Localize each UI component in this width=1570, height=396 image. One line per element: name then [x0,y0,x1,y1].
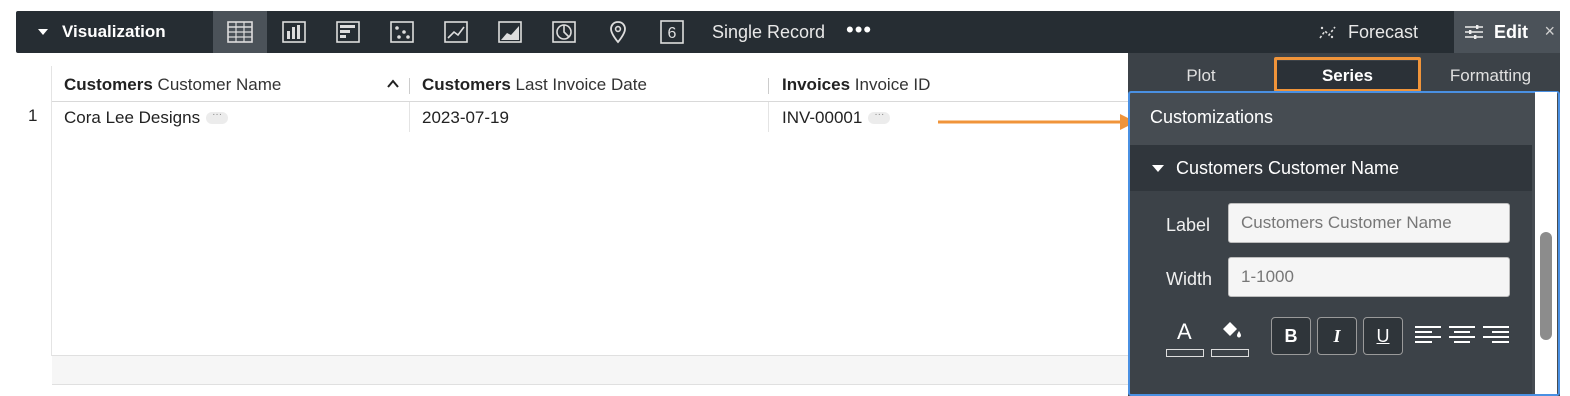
viz-type-table[interactable] [213,11,267,53]
pie-chart-icon [552,21,576,43]
forecast-icon [1319,26,1336,39]
tab-series[interactable]: Series [1274,61,1421,91]
annotation-arrow-icon [938,114,1136,130]
series-name: Customers Customer Name [1176,157,1400,178]
column-header-field: Last Invoice Date [515,75,647,94]
viz-type-single-value[interactable]: 6 [645,11,699,53]
panel-scrollbar[interactable] [1535,92,1557,394]
sort-ascending-icon[interactable] [386,77,400,91]
column-header-field: Customer Name [157,75,282,94]
text-color-button[interactable]: A [1166,315,1204,361]
settings-sliders-icon [1465,25,1483,39]
tab-formatting[interactable]: Formatting [1421,61,1560,91]
column-divider[interactable] [409,78,410,94]
width-field-label: Width [1166,269,1213,289]
row-number-divider [51,66,52,356]
text-format-toolbar: A B I U [1166,315,1526,365]
text-color-swatch [1166,349,1204,357]
panel-tabs: Plot Series Formatting [1128,53,1560,92]
column-header-customer-name[interactable]: Customers Customer Name [64,68,281,102]
table-header: Customers Customer Name Customers Last I… [52,68,1128,102]
table-cell-invoice-id[interactable]: INV-00001 ··· [782,102,891,134]
caret-down-icon [1152,164,1164,172]
align-center-icon[interactable] [1448,321,1476,349]
table-icon [227,21,253,43]
column-chart-icon [282,21,306,43]
single-value-icon: 6 [660,20,684,44]
cell-actions-icon[interactable]: ··· [868,110,891,124]
column-header-last-invoice-date[interactable]: Customers Last Invoice Date [422,68,647,102]
series-settings: Label Width A B I U [1130,191,1532,394]
align-left-icon[interactable] [1414,321,1442,349]
edit-panel: Plot Series Formatting Customizations Cu… [1128,53,1560,396]
table-footer [52,355,1128,385]
underline-button[interactable]: U [1363,317,1403,355]
viz-type-bar[interactable] [321,11,375,53]
fill-color-swatch [1211,349,1249,357]
cell-divider [409,102,410,132]
series-panel: Customizations Customers Customer Name L… [1128,91,1560,396]
viz-type-column[interactable] [267,11,321,53]
fill-color-button[interactable] [1211,315,1249,361]
column-header-invoice-id[interactable]: Invoices Invoice ID [782,68,930,102]
tab-plot[interactable]: Plot [1128,61,1274,91]
cell-divider [768,102,769,132]
column-header-view: Customers [422,75,511,94]
row-number: 1 [28,106,38,125]
viz-type-line[interactable] [429,11,483,53]
column-divider[interactable] [768,78,769,94]
more-viz-button[interactable]: ••• [846,11,872,53]
align-right-icon[interactable] [1482,321,1510,349]
scrollbar-thumb[interactable] [1540,232,1552,340]
forecast-button[interactable]: Forecast [1318,11,1418,53]
series-accordion-header[interactable]: Customers Customer Name [1130,145,1532,191]
cell-value: INV-00001 [782,108,863,127]
single-record-option[interactable]: Single Record [712,11,825,53]
map-pin-icon [610,21,626,44]
visualization-toggle[interactable]: Visualization [38,11,166,53]
table-cell-last-invoice-date[interactable]: 2023-07-19 [422,102,509,134]
viz-type-picker: 6 [213,11,699,53]
scatter-icon [390,21,414,43]
line-chart-icon [444,21,468,43]
table-cell-customer-name[interactable]: Cora Lee Designs ··· [64,102,229,134]
text-color-icon: A [1177,319,1192,344]
viz-type-map[interactable] [591,11,645,53]
paint-bucket-icon [1223,322,1241,338]
cell-actions-icon[interactable]: ··· [206,110,229,124]
cell-value: Cora Lee Designs [64,108,201,127]
caret-down-icon [38,29,48,35]
bar-chart-icon [336,21,360,43]
edit-button[interactable]: Edit × [1454,11,1560,53]
visualization-title: Visualization [62,22,166,41]
svg-text:6: 6 [668,25,677,42]
viz-type-area[interactable] [483,11,537,53]
series-label-input[interactable] [1228,203,1510,243]
visualization-toolbar: Visualization 6 Single Record ••• Foreca… [16,11,1560,53]
column-header-view: Invoices [782,75,851,94]
series-width-input[interactable] [1228,257,1510,297]
viz-type-pie[interactable] [537,11,591,53]
bold-button[interactable]: B [1271,317,1311,355]
edit-label: Edit [1494,21,1528,42]
italic-button[interactable]: I [1317,317,1357,355]
column-header-field: Invoice ID [854,75,931,94]
column-header-view: Customers [64,75,153,94]
cell-value: 2023-07-19 [422,108,509,127]
label-field-label: Label [1166,215,1211,235]
forecast-label: Forecast [1348,21,1419,42]
viz-type-scatter[interactable] [375,11,429,53]
customizations-title: Customizations [1150,107,1274,127]
close-icon[interactable]: × [1544,21,1555,42]
area-chart-icon [498,21,522,43]
